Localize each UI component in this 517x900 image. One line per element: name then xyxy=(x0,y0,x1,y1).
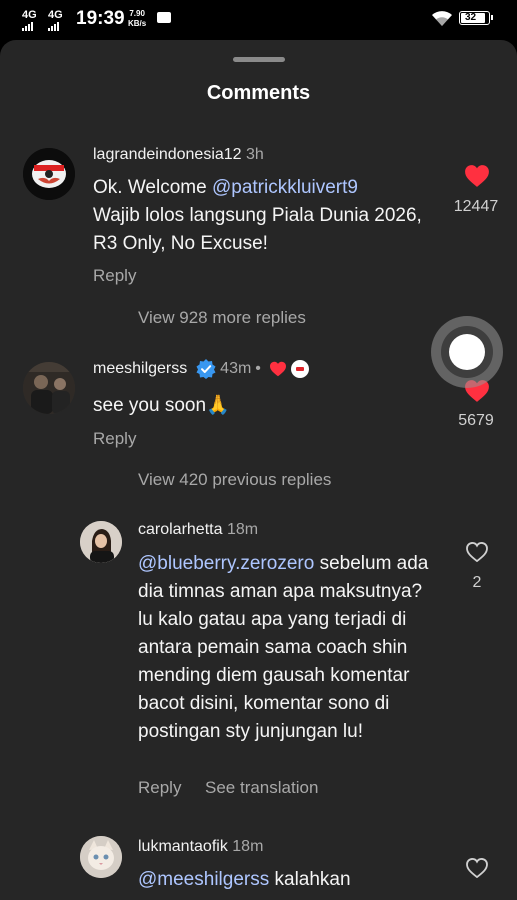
comment-header: carolarhetta 18m xyxy=(138,521,258,539)
comment-text: Ok. Welcome @patrickkluivert9 Wajib lolo… xyxy=(93,174,423,258)
comment-text-rest: sebelum ada dia timnas aman apa maksutny… xyxy=(138,553,429,742)
comment-time: 43m xyxy=(220,360,252,378)
comment-text: see you soon🙏 xyxy=(93,395,230,416)
view-previous-replies-button[interactable]: View 420 previous replies xyxy=(138,470,331,490)
mention-link[interactable]: @blueberry.zerozero xyxy=(138,553,314,574)
cat-photo-icon xyxy=(80,836,122,878)
like-heart-icon[interactable] xyxy=(464,164,490,188)
drag-handle[interactable] xyxy=(233,57,285,62)
see-translation-button[interactable]: See translation xyxy=(205,778,318,798)
comment-text: @blueberry.zerozero sebelum ada dia timn… xyxy=(138,550,438,746)
avatar[interactable] xyxy=(23,362,75,414)
reply-button[interactable]: Reply xyxy=(93,429,136,449)
comment-header: meeshilgerss 43m • xyxy=(93,359,309,379)
like-heart-outline-icon[interactable] xyxy=(466,542,488,562)
creator-avatar-icon xyxy=(290,360,309,378)
user-photo-icon xyxy=(80,521,122,563)
like-count: 5679 xyxy=(458,412,494,429)
club-logo-icon xyxy=(23,148,75,200)
verified-badge-icon xyxy=(196,359,216,379)
clock: 19:39 xyxy=(76,8,125,29)
battery-level: 32 xyxy=(465,12,477,23)
network-type-label: 4G xyxy=(48,9,63,21)
creator-liked-heart-icon xyxy=(269,361,286,377)
separator-dot: • xyxy=(255,360,261,378)
battery-icon: 32 xyxy=(459,11,493,25)
like-count: 12447 xyxy=(453,198,499,215)
network-indicator-2: 4G xyxy=(48,10,63,31)
mention-link[interactable]: @meeshilgerss xyxy=(138,869,269,890)
sheet-title: Comments xyxy=(206,82,311,104)
network-speed: 7.90 KB/s xyxy=(128,9,146,29)
signal-icon xyxy=(48,22,63,31)
comment-time: 18m xyxy=(226,521,259,538)
assistive-touch-button[interactable] xyxy=(431,316,503,388)
like-heart-outline-icon[interactable] xyxy=(466,858,488,878)
reply-button[interactable]: Reply xyxy=(93,266,136,286)
username[interactable]: lagrandeindonesia12 xyxy=(93,146,242,163)
signal-icon xyxy=(22,22,37,31)
like-count: 2 xyxy=(472,574,482,591)
username[interactable]: lukmantaofik xyxy=(138,838,228,855)
user-photo-icon xyxy=(23,362,75,414)
avatar[interactable] xyxy=(80,521,122,563)
mention-link[interactable]: @patrickkluivert9 xyxy=(212,177,358,198)
status-bar: 4G 4G 19:39 7.90 KB/s 32 xyxy=(0,0,517,40)
comment-text-rest: Wajib lolos langsung Piala Dunia 2026, R… xyxy=(93,205,422,254)
network-type-label: 4G xyxy=(22,9,37,21)
network-indicator-1: 4G xyxy=(22,10,37,31)
network-speed-unit: KB/s xyxy=(128,19,147,28)
mail-icon xyxy=(157,12,171,23)
wifi-icon xyxy=(432,11,452,26)
comment-time: 3h xyxy=(246,146,264,163)
comment-header: lukmantaofik 18m xyxy=(138,838,263,856)
network-speed-value: 7.90 xyxy=(129,9,145,18)
comments-sheet: Comments lagrandeindonesia12 3h Ok. Welc… xyxy=(0,40,517,900)
view-more-replies-button[interactable]: View 928 more replies xyxy=(138,308,306,328)
avatar[interactable] xyxy=(80,836,122,878)
username[interactable]: carolarhetta xyxy=(138,521,223,538)
reply-button[interactable]: Reply xyxy=(138,778,181,798)
username[interactable]: meeshilgerss xyxy=(93,360,187,377)
comment-text-lead: Ok. Welcome xyxy=(93,177,212,198)
comment-text-rest: kalahkan xyxy=(274,869,351,890)
comment-text: @meeshilgerss kalahkan xyxy=(138,866,438,894)
comment-header: lagrandeindonesia12 3h xyxy=(93,146,264,164)
comment-time: 18m xyxy=(232,838,264,855)
avatar[interactable] xyxy=(23,148,75,200)
